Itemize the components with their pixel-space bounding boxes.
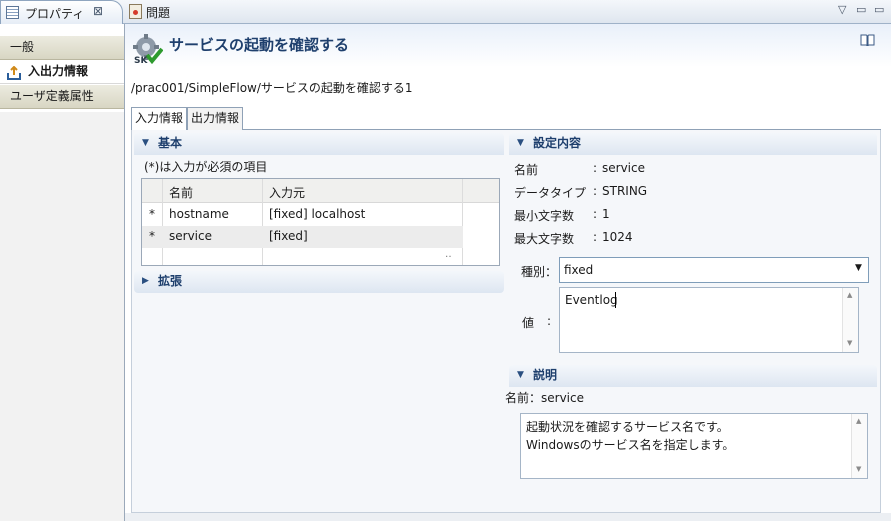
collapse-icon: ▼ — [517, 370, 524, 380]
text-caret — [615, 292, 616, 308]
tab-label: 出力情報 — [191, 111, 240, 125]
description-name: 名前：service — [505, 391, 584, 405]
tab-label: 入力情報 — [135, 111, 184, 125]
export-icon — [7, 66, 21, 80]
collapse-icon: ▼ — [517, 138, 524, 148]
field-label: データタイプ — [514, 186, 587, 200]
sidebar-item-label: 一般 — [10, 40, 35, 54]
value-textarea[interactable]: Eventlog ▲ ▼ — [559, 287, 859, 353]
field-label: 最小文字数 — [514, 209, 575, 223]
value-label: 値 — [522, 316, 535, 330]
kind-select[interactable]: fixed ▼ — [559, 257, 869, 283]
collapse-icon: ▼ — [142, 138, 149, 148]
page-header: SK サービスの起動を確認する /prac001/SimpleFlow/サービス… — [125, 24, 891, 96]
field-sep: : — [593, 161, 598, 175]
page-title: サービスの起動を確認する — [169, 36, 350, 54]
book-help-icon[interactable] — [860, 33, 875, 47]
value-text: Eventlog — [565, 293, 618, 307]
input-table: 名前 入力元 * hostname [fixed] localhost * se… — [141, 178, 500, 266]
section-description-header[interactable]: ▼ 説明 — [509, 365, 877, 387]
io-tab-bar: 入力情報 出力情報 — [131, 107, 881, 131]
table-row[interactable]: * hostname [fixed] localhost — [142, 203, 463, 227]
tab-problems[interactable]: 問題 — [126, 0, 176, 24]
field-sep: : — [593, 230, 598, 244]
description-line: 起動状況を確認するサービス名です。 — [526, 420, 729, 434]
problems-icon — [129, 4, 142, 19]
field-value: STRING — [602, 184, 648, 198]
scroll-up-icon[interactable]: ▲ — [856, 417, 861, 425]
field-value: service — [602, 161, 645, 175]
tab-output-info[interactable]: 出力情報 — [187, 107, 244, 130]
scrollbar[interactable]: ▲ ▼ — [851, 414, 867, 478]
param-source: [fixed] — [269, 229, 308, 243]
param-name: service — [169, 229, 212, 243]
tab-properties[interactable]: プロパティ ⊠ — [0, 0, 123, 24]
chevron-down-icon: ▼ — [855, 263, 862, 273]
view-menu-icon[interactable]: ▽ — [838, 3, 846, 16]
column-header-source[interactable]: 入力元 — [269, 184, 305, 201]
scrollbar[interactable]: ▲ ▼ — [842, 288, 858, 352]
sidebar-item-label: 入出力情報 — [28, 64, 89, 78]
sidebar-item-label: ユーザ定義属性 — [10, 89, 94, 103]
table-row[interactable]: * service [fixed] — [142, 226, 463, 248]
sidebar-item-general[interactable]: 一般 — [0, 36, 124, 60]
required-note: (*)は入力が必須の項目 — [144, 160, 268, 174]
gear-check-icon: SK — [133, 34, 163, 64]
field-value: 1024 — [602, 230, 633, 244]
field-sep: : — [593, 207, 598, 221]
properties-icon — [6, 6, 19, 19]
minimize-icon[interactable]: ▭ — [856, 3, 866, 16]
param-name: hostname — [169, 207, 229, 221]
value-sep: : — [547, 314, 552, 328]
scroll-down-icon[interactable]: ▼ — [847, 339, 852, 347]
sidebar-empty-area — [0, 112, 124, 521]
section-settings-header[interactable]: ▼ 設定内容 — [509, 133, 877, 155]
svg-text:SK: SK — [134, 56, 148, 64]
column-header-name[interactable]: 名前 — [169, 184, 193, 201]
required-mark: * — [149, 207, 155, 221]
required-mark: * — [149, 229, 155, 243]
dropdown-button[interactable]: ▼ — [851, 258, 868, 282]
section-title: 設定内容 — [533, 136, 582, 150]
scroll-up-icon[interactable]: ▲ — [847, 291, 852, 299]
field-sep: : — [593, 184, 598, 198]
field-label: 最大文字数 — [514, 232, 575, 246]
sidebar: 一般 入出力情報 ユーザ定義属性 — [0, 24, 125, 521]
kind-label: 種別： — [521, 265, 558, 279]
tab-properties-label: プロパティ — [25, 7, 85, 21]
breadcrumb: /prac001/SimpleFlow/サービスの起動を確認する1 — [131, 81, 413, 95]
section-title: 説明 — [533, 368, 558, 382]
param-source: [fixed] localhost — [269, 207, 366, 221]
close-icon[interactable]: ⊠ — [93, 4, 103, 18]
bottom-border — [125, 513, 891, 521]
view-tab-bar: プロパティ ⊠ 問題 ▽ ▭ ▭ — [0, 0, 891, 24]
section-extended-header[interactable]: ▶ 拡張 — [134, 271, 504, 293]
tab-input-info[interactable]: 入力情報 — [131, 107, 188, 131]
section-title: 拡張 — [158, 274, 183, 288]
field-value: 1 — [602, 207, 610, 221]
section-title: 基本 — [158, 136, 183, 150]
sidebar-item-user-attributes[interactable]: ユーザ定義属性 — [0, 85, 124, 109]
tab-problems-label: 問題 — [146, 6, 171, 20]
description-line: Windowsのサービス名を指定します。 — [526, 438, 735, 452]
scroll-down-icon[interactable]: ▼ — [856, 465, 861, 473]
content-panel: ▼ 基本 (*)は入力が必須の項目 名前 入力元 * hostname [fix… — [131, 130, 881, 513]
field-label: 名前 — [514, 163, 539, 177]
section-basic-header[interactable]: ▼ 基本 — [134, 133, 504, 155]
expand-icon: ▶ — [142, 276, 149, 286]
description-textarea[interactable]: 起動状況を確認するサービス名です。 Windowsのサービス名を指定します。 ▲… — [520, 413, 868, 479]
maximize-icon[interactable]: ▭ — [874, 3, 884, 16]
kind-select-value: fixed — [564, 263, 594, 277]
row-overflow-mark: ‥ — [445, 249, 452, 260]
sidebar-item-io[interactable]: 入出力情報 — [0, 60, 124, 84]
